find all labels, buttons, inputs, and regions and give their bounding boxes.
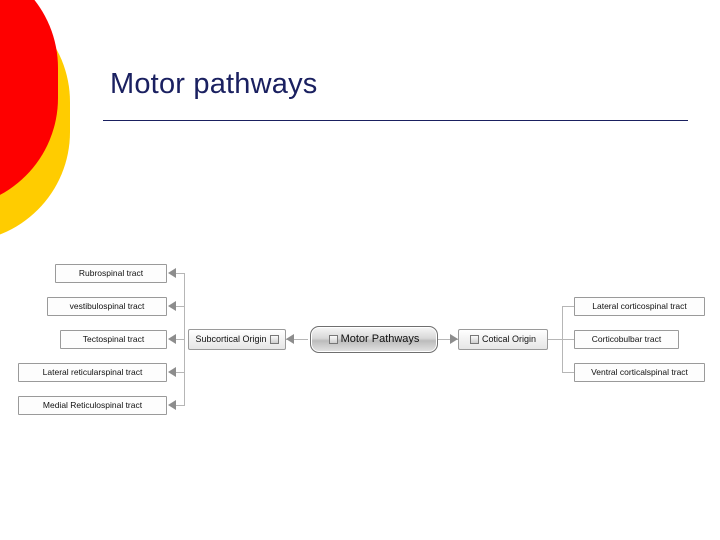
left-connector-4 <box>176 372 184 373</box>
left-arrow-5 <box>168 400 176 410</box>
node-label: Subcortical Origin <box>195 334 267 344</box>
left-branch-spine <box>184 273 185 406</box>
right-connector-1 <box>562 306 574 307</box>
node-label: Lateral corticospinal tract <box>592 301 687 312</box>
node-label: Tectospinal tract <box>82 334 145 345</box>
node-cortical-origin[interactable]: Cotical Origin <box>458 329 548 350</box>
node-rubrospinal-tract[interactable]: Rubrospinal tract <box>55 264 167 283</box>
collapse-toggle-icon[interactable] <box>469 335 479 344</box>
node-corticobulbar-tract[interactable]: Corticobulbar tract <box>574 330 679 349</box>
node-ventral-corticalspinal-tract[interactable]: Ventral corticalspinal tract <box>574 363 705 382</box>
node-label: Rubrospinal tract <box>78 268 144 279</box>
node-tectospinal-tract[interactable]: Tectospinal tract <box>60 330 167 349</box>
node-motor-pathways[interactable]: Motor Pathways <box>310 326 438 353</box>
left-connector-5 <box>176 405 184 406</box>
left-connector-1 <box>176 273 184 274</box>
node-label: Medial Reticulospinal tract <box>42 400 143 411</box>
node-label: Corticobulbar tract <box>591 334 662 345</box>
node-lateral-reticularspinal-tract[interactable]: Lateral reticularspinal tract <box>18 363 167 382</box>
collapse-toggle-icon[interactable] <box>328 335 338 344</box>
left-connector-3 <box>176 339 184 340</box>
left-arrow-1 <box>168 268 176 278</box>
left-arrow-4 <box>168 367 176 377</box>
page-title: Motor pathways <box>110 68 318 100</box>
cortical-arrow <box>450 334 458 344</box>
subcortical-arrow <box>286 334 294 344</box>
motor-pathways-diagram: Rubrospinal tract vestibulospinal tract … <box>0 250 720 430</box>
node-label: Motor Pathways <box>340 333 420 345</box>
node-label: Cotical Origin <box>481 334 537 344</box>
origin-to-right-spine <box>548 339 562 340</box>
node-lateral-corticospinal-tract[interactable]: Lateral corticospinal tract <box>574 297 705 316</box>
title-divider <box>103 120 688 121</box>
collapse-toggle-icon[interactable] <box>269 335 279 344</box>
node-vestibulospinal-tract[interactable]: vestibulospinal tract <box>47 297 167 316</box>
right-connector-3 <box>562 372 574 373</box>
node-label: Lateral reticularspinal tract <box>42 367 143 378</box>
node-subcortical-origin[interactable]: Subcortical Origin <box>188 329 286 350</box>
node-label: Ventral corticalspinal tract <box>591 367 688 378</box>
left-arrow-3 <box>168 334 176 344</box>
node-label: vestibulospinal tract <box>69 301 145 312</box>
node-medial-reticulospinal-tract[interactable]: Medial Reticulospinal tract <box>18 396 167 415</box>
left-arrow-2 <box>168 301 176 311</box>
left-connector-2 <box>176 306 184 307</box>
right-connector-2 <box>562 339 574 340</box>
